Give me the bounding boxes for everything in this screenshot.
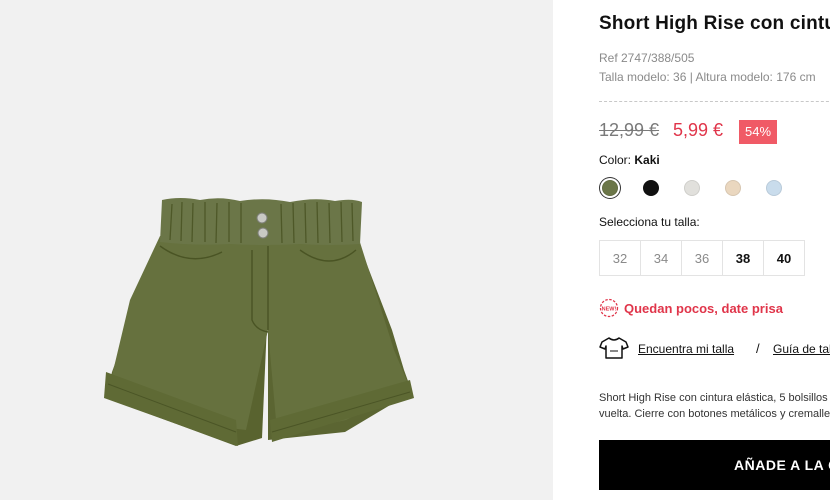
size-36[interactable]: 36 — [681, 240, 723, 276]
sale-price: 5,99 € — [673, 120, 724, 140]
size-38[interactable]: 38 — [722, 240, 764, 276]
size-32[interactable]: 32 — [599, 240, 641, 276]
discount-badge: 54% — [739, 120, 777, 144]
product-image-pane — [0, 0, 553, 500]
size-34[interactable]: 34 — [640, 240, 682, 276]
size-label: Selecciona tu talla: — [599, 215, 700, 229]
color-label: Color: — [599, 153, 632, 167]
swatch-light-grey[interactable] — [684, 180, 700, 196]
add-to-cart-button[interactable]: AÑADE A LA CESTA — [599, 440, 830, 490]
description-line-1: Short High Rise con cintura elástica, 5 … — [599, 392, 830, 404]
link-separator: / — [756, 341, 760, 356]
color-label-row: Color: Kaki — [599, 153, 660, 167]
find-my-size-link[interactable]: Encuentra mi talla — [638, 342, 734, 356]
swatch-kaki[interactable] — [602, 180, 618, 196]
swatch-beige[interactable] — [725, 180, 741, 196]
product-title: Short High Rise con cintura elástica — [599, 13, 830, 34]
product-image-shorts[interactable] — [0, 0, 553, 500]
size-guide-link[interactable]: Guía de tallas — [773, 342, 830, 356]
description-line-2: vuelta. Cierre con botones metálicos y c… — [599, 408, 830, 420]
divider — [599, 101, 830, 102]
selected-color-name: Kaki — [634, 153, 660, 167]
swatch-black[interactable] — [643, 180, 659, 196]
low-stock-text: Quedan pocos, date prisa — [624, 301, 783, 316]
model-info: Talla modelo: 36 | Altura modelo: 176 cm — [599, 70, 816, 84]
product-description: Short High Rise con cintura elástica, 5 … — [599, 390, 830, 422]
new-badge-icon: NEW! — [599, 298, 619, 318]
product-ref: Ref 2747/388/505 — [599, 51, 695, 65]
swatch-light-blue[interactable] — [766, 180, 782, 196]
new-badge-text: NEW! — [602, 307, 617, 313]
size-40[interactable]: 40 — [763, 240, 805, 276]
color-swatches — [599, 178, 830, 200]
old-price: 12,99 € — [599, 120, 660, 140]
product-info-panel: Short High Rise con cintura elástica Ref… — [599, 0, 830, 500]
size-selector: 32 34 36 38 40 — [599, 240, 805, 276]
tshirt-icon — [599, 337, 629, 359]
